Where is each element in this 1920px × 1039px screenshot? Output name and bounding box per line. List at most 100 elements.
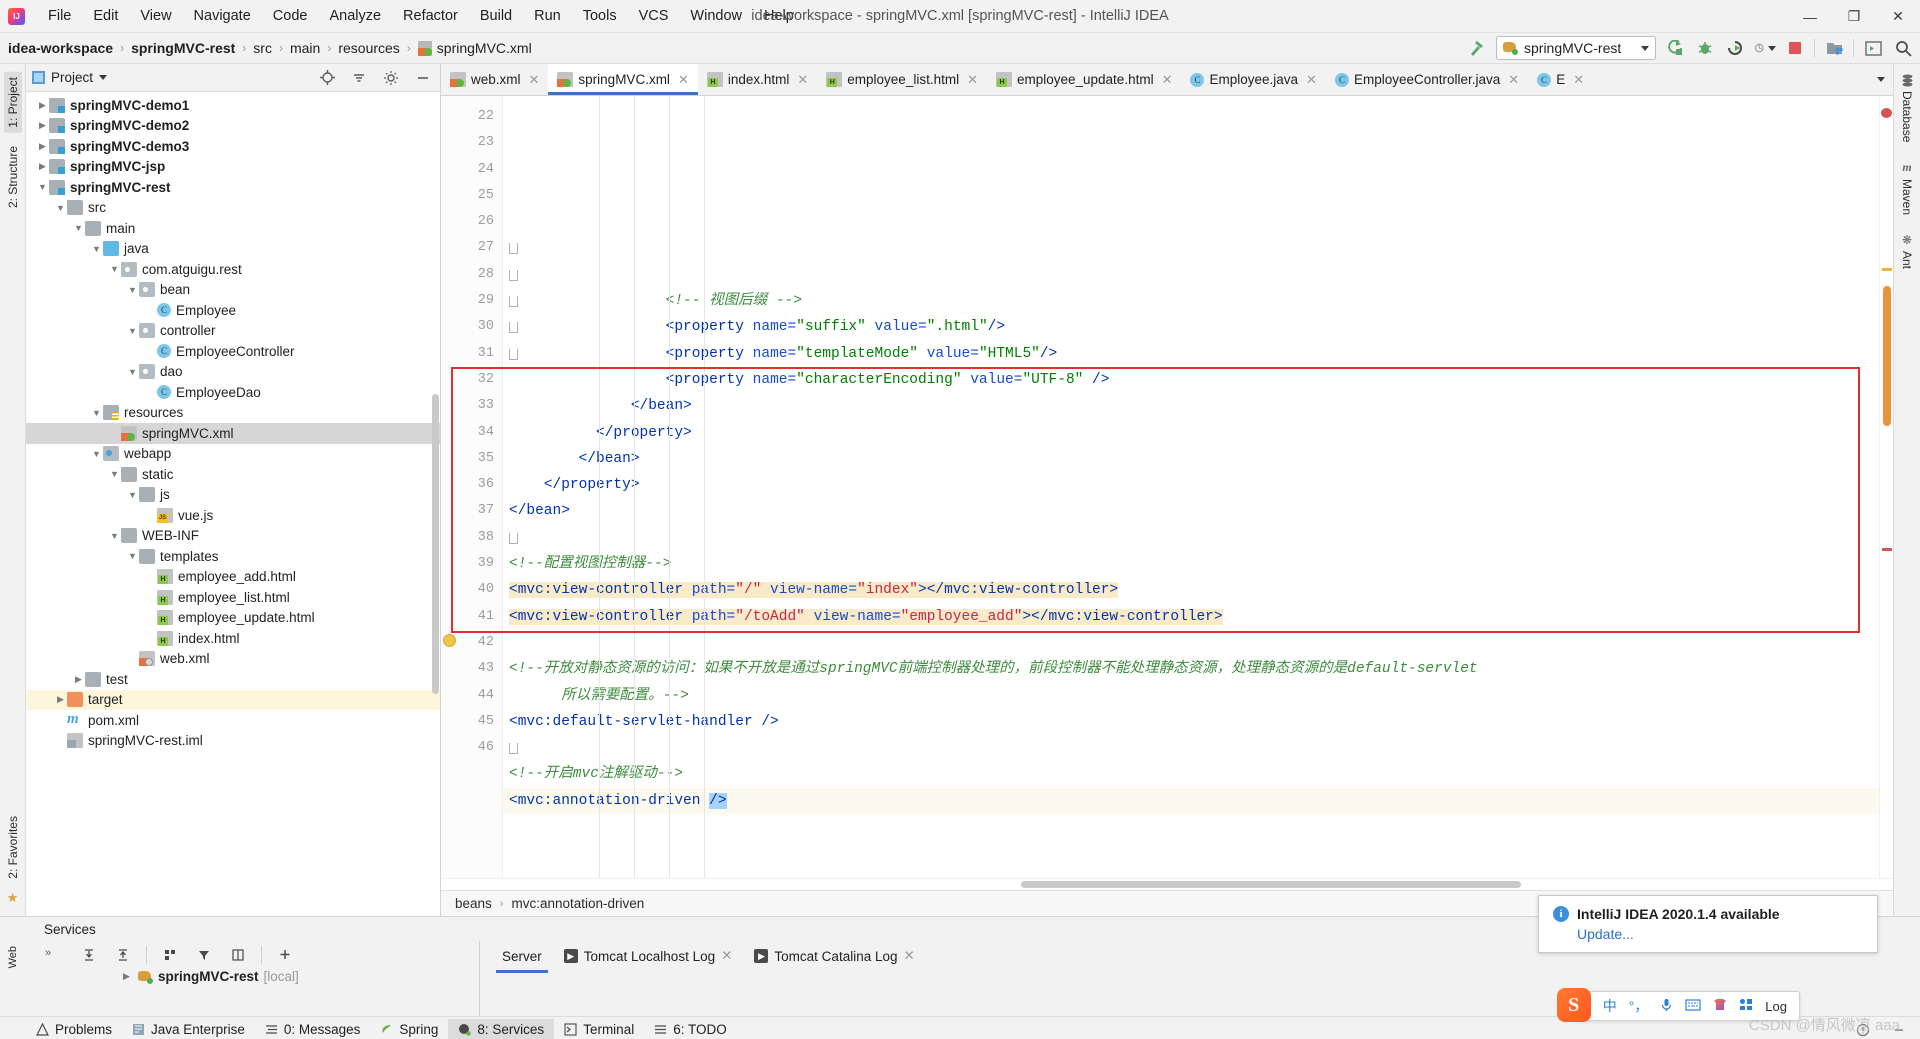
menu-edit[interactable]: Edit (82, 5, 129, 27)
line-number[interactable]: 22 (441, 104, 502, 130)
collapse-arrow-icon[interactable]: ▼ (36, 182, 49, 192)
tree-item-main[interactable]: ▼ main (26, 218, 440, 239)
line-number[interactable]: 28 (441, 262, 518, 288)
debug-icon[interactable] (1694, 37, 1716, 59)
tree-item-webapp[interactable]: ▼ webapp (26, 444, 440, 465)
line-number[interactable]: 46 (441, 735, 518, 761)
line-number[interactable]: 41 (441, 604, 502, 630)
collapse-all-icon[interactable] (112, 944, 134, 966)
editor-vertical-scrollbar[interactable] (1883, 286, 1891, 426)
tree-item-target[interactable]: ▶ target (26, 689, 440, 710)
tree-item-pom-xml[interactable]: pom.xml (26, 710, 440, 731)
collapse-arrow-icon[interactable]: ▼ (108, 469, 121, 479)
ime-punctuation-toggle[interactable]: °， (1629, 996, 1649, 1016)
line-number[interactable]: 32 (441, 367, 502, 393)
editor-tab-bar[interactable]: web.xml✕springMVC.xml✕index.html✕employe… (441, 64, 1893, 96)
close-icon[interactable]: ✕ (1508, 72, 1519, 88)
sidebar-tab-web[interactable]: Web (5, 941, 21, 973)
editor-tab-web-xml[interactable]: web.xml ✕ (441, 64, 548, 95)
editor-tab-e[interactable]: E✕ (1528, 64, 1593, 95)
close-icon[interactable]: ✕ (1306, 72, 1317, 88)
close-icon[interactable]: ✕ (721, 948, 732, 964)
sidebar-tab-ant[interactable]: ❋ Ant (1900, 233, 1914, 269)
minimize-button[interactable]: — (1788, 0, 1832, 33)
expand-arrow-icon[interactable]: ▶ (36, 120, 49, 131)
sidebar-tab-project[interactable]: 1: Project (3, 72, 22, 133)
line-number[interactable]: 43 (441, 656, 502, 682)
tree-item-employee-list-html[interactable]: employee_list.html (26, 587, 440, 608)
code-line[interactable]: <!--配置视图控制器--> (503, 551, 1879, 577)
window-controls[interactable]: — ❐ ✕ (1788, 0, 1920, 33)
editor-tab-employeecontroller-java[interactable]: EmployeeController.java ✕ (1326, 64, 1528, 95)
code-line[interactable]: </property> (503, 472, 1879, 498)
expand-arrow-icon[interactable]: ▶ (54, 694, 67, 705)
collapse-arrow-icon[interactable]: ▼ (72, 223, 85, 233)
intention-bulb-icon[interactable] (443, 633, 456, 647)
menu-code[interactable]: Code (262, 5, 319, 27)
expand-all-icon[interactable] (78, 944, 100, 966)
toolwindow-spring[interactable]: Spring (370, 1019, 448, 1039)
code-line[interactable]: </bean> (503, 498, 1879, 524)
line-number[interactable]: 27 (441, 235, 518, 261)
settings-gear-icon[interactable] (380, 67, 402, 89)
terminal-icon[interactable] (1862, 37, 1884, 59)
editor-area[interactable]: 22 23 24 25 26 27 28 29 30 31 32 33 34 35 36 37 38 39 40 41… (441, 96, 1893, 878)
tree-item-springmvc-demo3[interactable]: ▶ springMVC-demo3 (26, 136, 440, 157)
line-number[interactable]: 37 (441, 498, 502, 524)
tab-server[interactable]: Server (496, 945, 548, 973)
code-line[interactable]: </bean> (503, 393, 1879, 419)
line-number[interactable]: 45 (441, 709, 502, 735)
services-collapse-handle[interactable]: » (26, 941, 70, 1016)
tree-item-springmvc-xml[interactable]: springMVC.xml (26, 423, 440, 444)
menu-build[interactable]: Build (469, 5, 523, 27)
menu-tools[interactable]: Tools (572, 5, 628, 27)
toolwindow-todo[interactable]: 6: TODO (644, 1019, 737, 1039)
collapse-arrow-icon[interactable]: ▼ (126, 326, 139, 336)
services-tree-item[interactable]: ▶ springMVC-rest [local] (70, 969, 479, 984)
expand-arrow-icon[interactable]: ▶ (120, 971, 133, 982)
editor-tab-employee-list-html[interactable]: employee_list.html ✕ (817, 64, 987, 95)
menu-file[interactable]: File (37, 5, 82, 27)
locate-icon[interactable] (316, 67, 338, 89)
editor-marker-gutter[interactable] (1879, 96, 1893, 878)
services-tree[interactable]: ▶ springMVC-rest [local] (70, 941, 480, 1016)
code-line[interactable]: <mvc:annotation-driven /> (503, 787, 1879, 815)
error-marker[interactable] (1881, 108, 1892, 118)
editor-tab-employee-java[interactable]: Employee.java ✕ (1181, 64, 1325, 95)
tree-item-employeedao[interactable]: EmployeeDao (26, 382, 440, 403)
code-line[interactable] (503, 262, 1879, 288)
code-line[interactable]: <mvc:view-controller path="/toAdd" view-… (503, 604, 1879, 630)
toolwindow-messages[interactable]: 0: Messages (255, 1019, 371, 1039)
code-line[interactable]: <mvc:default-servlet-handler /> (503, 709, 1879, 735)
tab-tomcat-localhost-log[interactable]: ▶ Tomcat Localhost Log ✕ (562, 944, 735, 968)
tree-item-com-atguigu-rest[interactable]: ▼ com.atguigu.rest (26, 259, 440, 280)
code-line[interactable]: <!--开放对静态资源的访问：如果不开放是通过springMVC前端控制器处理的… (503, 656, 1879, 682)
code-line[interactable]: <mvc:view-controller path="/" view-name=… (503, 577, 1879, 603)
line-number[interactable]: 38 (441, 525, 518, 551)
line-number[interactable]: 33 (441, 393, 502, 419)
sidebar-tab-maven[interactable]: m Maven (1900, 160, 1914, 215)
maximize-button[interactable]: ❐ (1832, 0, 1876, 33)
mic-icon[interactable] (1660, 998, 1673, 1015)
tree-item-springmvc-demo2[interactable]: ▶ springMVC-demo2 (26, 116, 440, 137)
tree-item-templates[interactable]: ▼ templates (26, 546, 440, 567)
sidebar-tab-database[interactable]: Database (1900, 74, 1914, 142)
close-icon[interactable]: ✕ (529, 72, 540, 88)
line-number[interactable]: 29 (441, 288, 518, 314)
tree-item-springmvc-rest[interactable]: ▼ springMVC-rest (26, 177, 440, 198)
notification-balloon[interactable]: i IntelliJ IDEA 2020.1.4 available Updat… (1538, 895, 1878, 953)
run-with-coverage-icon[interactable] (1724, 37, 1746, 59)
run-configuration-selector[interactable]: springMVC-rest (1496, 36, 1656, 60)
code-line[interactable]: </bean> (503, 446, 1879, 472)
toolwindow-java-enterprise[interactable]: Java Enterprise (122, 1019, 255, 1039)
collapse-arrow-icon[interactable]: ▼ (54, 203, 67, 213)
tree-item-employee-add-html[interactable]: employee_add.html (26, 567, 440, 588)
close-icon[interactable]: ✕ (797, 72, 808, 88)
code-line[interactable] (503, 814, 1879, 840)
line-number[interactable]: 31 (441, 341, 518, 367)
code-line[interactable] (503, 525, 1879, 551)
group-icon[interactable] (159, 944, 181, 966)
stop-icon[interactable] (1784, 37, 1806, 59)
search-everywhere-icon[interactable] (1892, 37, 1914, 59)
chevron-down-icon[interactable] (1877, 77, 1885, 82)
